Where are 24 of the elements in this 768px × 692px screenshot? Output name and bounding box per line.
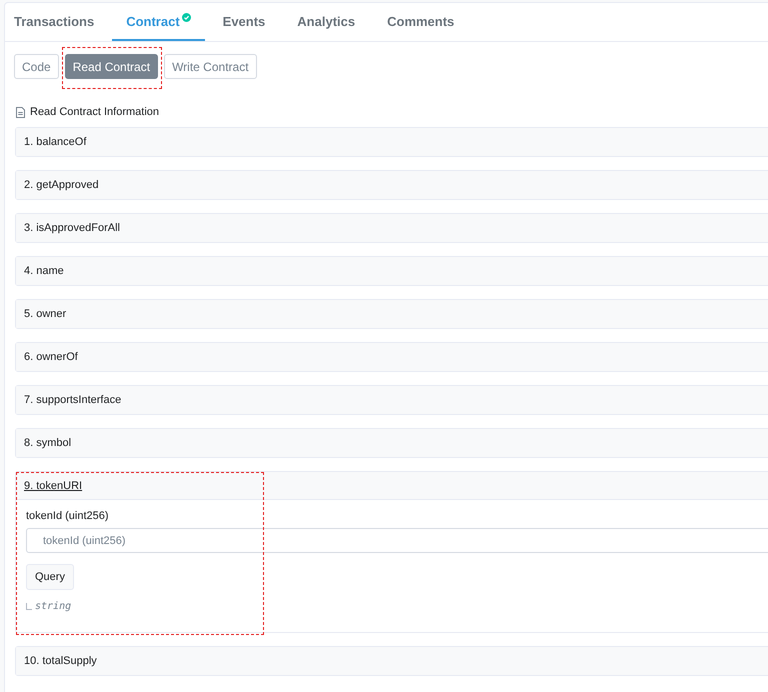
function-header[interactable]: 8. symbol <box>16 429 768 457</box>
input-label: tokenId (uint256) <box>26 510 110 522</box>
function-header[interactable]: 6. ownerOf <box>16 343 768 371</box>
section-title: Read Contract Information <box>30 106 160 118</box>
input-field[interactable]: tokenId (uint256) <box>26 528 768 553</box>
function-header[interactable]: 7. supportsInterface <box>16 386 768 414</box>
output-type: string <box>35 601 72 612</box>
corner-icon <box>26 603 32 610</box>
tab[interactable]: Transactions <box>14 3 108 41</box>
tab[interactable]: Events <box>222 3 280 41</box>
tab-button[interactable]: Code <box>14 54 59 79</box>
function-header[interactable]: 9. tokenURI <box>16 472 768 500</box>
function-header[interactable]: 10. totalSupply <box>16 647 768 675</box>
function-header[interactable]: 5. owner <box>16 300 768 328</box>
function-header[interactable]: 3. isApprovedForAll <box>16 214 768 242</box>
function-header[interactable]: 4. name <box>16 257 768 285</box>
tab[interactable]: Analytics <box>297 3 370 41</box>
tab-button[interactable]: Read Contract <box>64 54 158 79</box>
tab[interactable]: Comments <box>387 3 468 41</box>
query-button[interactable]: Query <box>26 564 74 590</box>
function-header[interactable]: 2. getApproved <box>16 171 768 199</box>
tab-button[interactable]: Write Contract <box>164 54 257 79</box>
function-header[interactable]: 1. balanceOf <box>16 128 768 156</box>
document-icon <box>16 106 25 118</box>
